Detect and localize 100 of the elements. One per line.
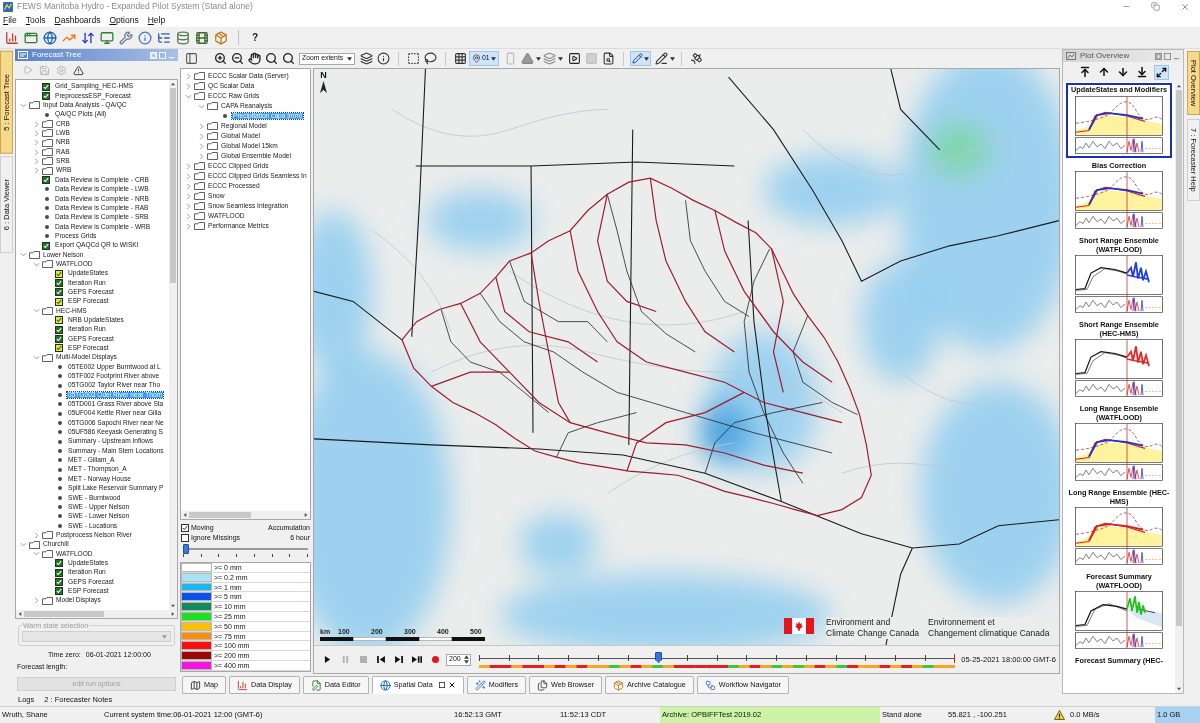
magnifier-icon[interactable] [265,52,278,65]
restore-icon[interactable] [438,682,445,688]
chevron-right-icon[interactable] [32,148,40,156]
chevron-down-icon[interactable] [19,251,27,259]
skip-back-icon[interactable] [377,656,385,663]
chevron-right-icon[interactable] [32,157,40,165]
chevron-right-icon[interactable] [184,162,192,170]
arrow-up-icon[interactable] [1097,66,1110,78]
chevron-right-icon[interactable] [184,202,192,210]
warning-icon[interactable] [73,64,84,76]
record-icon[interactable] [431,656,439,663]
chevron-right-icon[interactable] [197,142,205,150]
window-icon[interactable] [23,30,38,45]
menu-item[interactable]: Help [147,15,166,25]
chevron-down-icon[interactable] [19,541,27,548]
gear-icon[interactable] [56,64,67,76]
monitor-icon[interactable] [99,30,114,45]
pause-icon[interactable] [341,656,349,663]
zoom-in-icon[interactable] [214,52,227,65]
chevron-down-icon[interactable] [197,102,205,110]
arrow-to-top-icon[interactable] [1078,66,1091,78]
lasso-icon[interactable] [424,52,437,65]
satellite-icon[interactable] [689,52,703,65]
chevron-right-icon[interactable] [32,597,40,605]
menu-item[interactable]: Tools [25,15,46,25]
arrow-to-bottom-icon[interactable] [1135,66,1148,78]
chevron-right-icon[interactable] [197,152,205,160]
info-icon[interactable] [377,52,390,65]
maximize-icon[interactable] [1164,52,1171,60]
play-icon[interactable] [323,656,331,663]
scrollbar-thumb[interactable] [24,610,104,617]
play-box-icon[interactable] [567,52,581,65]
chevron-right-icon[interactable] [184,72,192,80]
chevron-down-icon[interactable] [32,354,40,362]
step-forward-icon[interactable] [395,656,403,663]
chevron-right-icon[interactable] [197,122,205,130]
chevron-right-icon[interactable] [184,212,192,220]
slider-thumb[interactable] [183,544,189,554]
hand-icon[interactable] [248,52,261,65]
menu-item[interactable]: File [3,15,17,25]
stop-icon[interactable] [359,656,367,663]
pencil-dropdown[interactable] [629,51,651,66]
magnifier-icon[interactable] [282,52,295,65]
arrow-down-icon[interactable] [1116,66,1129,78]
scrollbar-thumb[interactable] [170,88,176,284]
chevron-down-icon[interactable] [32,260,40,268]
folder-icon [42,166,53,175]
scroll-up-icon[interactable] [1176,84,1182,88]
chevron-right-icon[interactable] [32,167,40,175]
scroll-left-icon[interactable] [18,610,22,617]
time-slider[interactable] [479,651,956,665]
scroll-left-icon[interactable] [183,512,187,518]
scroll-right-icon[interactable] [304,512,308,518]
expand-button[interactable] [1153,64,1169,80]
chevron-right-icon[interactable] [32,139,40,147]
bar-chart-icon[interactable] [4,30,19,45]
chevron-down-icon[interactable] [19,101,27,109]
warning-icon[interactable] [1053,710,1065,720]
chevron-down-icon[interactable] [32,550,40,558]
scroll-down-icon[interactable] [1176,687,1182,691]
menu-item[interactable]: Dashboards [54,15,101,25]
tree-list-icon[interactable] [156,30,171,45]
grid-icon[interactable] [454,52,467,65]
help-button[interactable]: ? [247,29,263,46]
chevron-down-icon[interactable] [32,307,40,315]
document-search-icon[interactable] [601,52,615,65]
scroll-right-icon[interactable] [171,610,175,617]
wrench-icon[interactable] [118,30,133,45]
select-rectangle-icon[interactable] [407,52,420,65]
package-icon[interactable] [213,30,228,45]
chevron-right-icon[interactable] [32,129,40,137]
database-icon[interactable] [175,30,190,45]
slider-thumb[interactable] [655,652,662,663]
triangle-icon[interactable] [520,52,534,65]
menu-item[interactable]: Options [109,15,139,25]
close-icon[interactable] [447,681,456,689]
chevron-right-icon[interactable] [32,120,40,128]
pencil-line-icon[interactable] [654,52,668,65]
chevron-right-icon[interactable] [184,222,192,230]
accumulation-slider[interactable] [183,544,308,559]
zoom-out-icon[interactable] [231,52,244,65]
chevron-right-icon[interactable] [184,192,192,200]
play-pause-icon[interactable] [412,656,422,663]
precipitation-map-drawing[interactable] [314,69,1059,645]
scrollbar-thumb[interactable] [1176,90,1182,626]
up-down-arrows-icon[interactable] [80,30,95,45]
chevron-right-icon[interactable] [184,182,192,190]
chevron-down-icon[interactable] [184,92,192,100]
save-icon[interactable] [39,64,50,76]
chevron-right-icon[interactable] [32,531,40,539]
chevron-right-icon[interactable] [184,82,192,90]
package-icon [613,679,625,691]
film-icon[interactable] [194,30,209,45]
scroll-up-icon[interactable] [170,82,176,86]
chevron-right-icon[interactable] [197,132,205,140]
globe-icon[interactable] [42,30,57,45]
sidebar-icon[interactable] [185,52,198,65]
scrollbar-thumb[interactable] [189,512,252,518]
chevron-right-icon[interactable] [184,172,192,180]
layers-icon[interactable] [360,52,373,65]
